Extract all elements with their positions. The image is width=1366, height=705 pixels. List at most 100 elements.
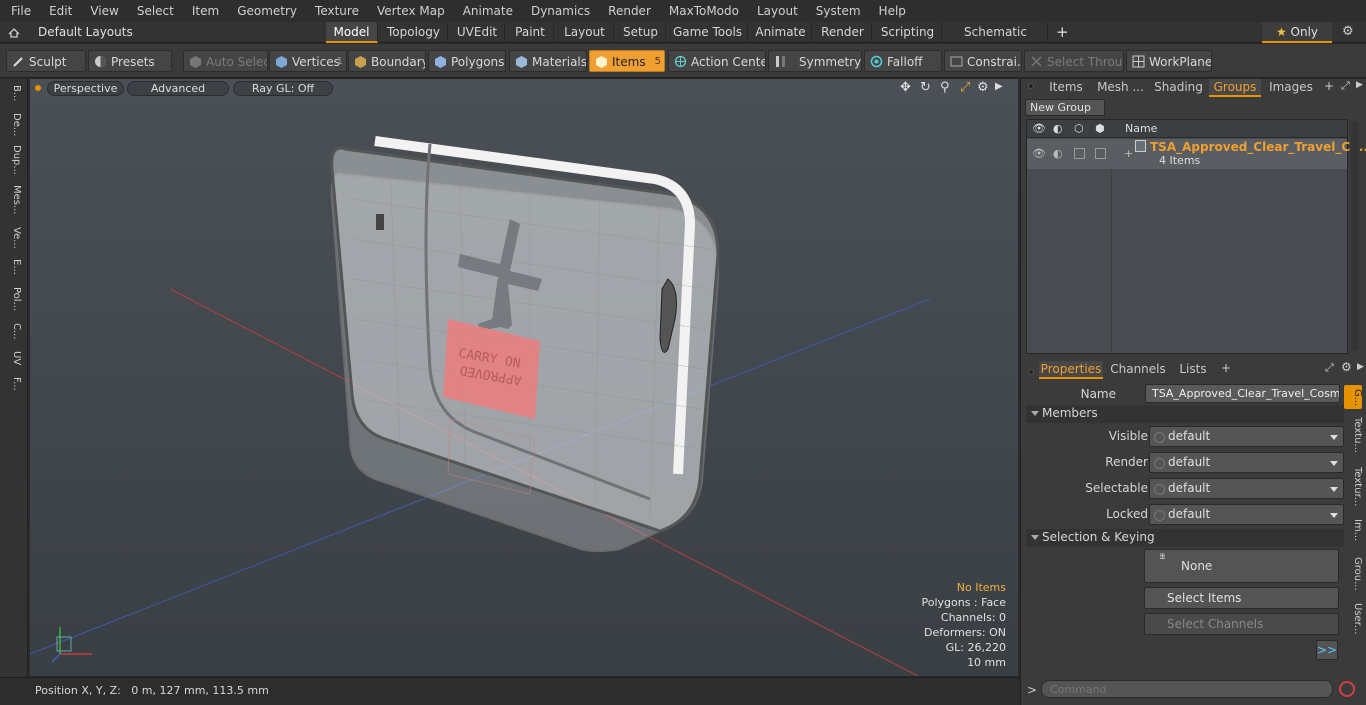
left-tab-duplicate[interactable]: Dup... — [4, 145, 22, 175]
left-tab-uv[interactable]: UV — [4, 351, 22, 365]
props-gear-icon[interactable]: ⚙ — [1341, 360, 1352, 374]
lock-icon[interactable]: ⬢ — [1095, 122, 1105, 135]
select-channels-button[interactable]: Select Channels — [1144, 613, 1339, 635]
right-tab-groups[interactable]: Grou... — [1345, 557, 1363, 591]
only-toggle[interactable]: ★ Only — [1262, 22, 1332, 43]
menu-animate[interactable]: Animate — [452, 4, 520, 18]
locked-dropdown[interactable]: default — [1149, 504, 1344, 525]
auto-select-button[interactable]: Auto Select — [183, 50, 268, 72]
render-icon[interactable]: ◐ — [1053, 122, 1063, 135]
home-icon[interactable] — [8, 27, 20, 38]
props-menu-icon[interactable] — [1028, 369, 1034, 375]
new-group-button[interactable]: New Group — [1025, 99, 1105, 116]
tab-lists[interactable]: Lists — [1173, 361, 1213, 379]
menu-edit[interactable]: Edit — [38, 4, 79, 18]
falloff-button[interactable]: Falloff — [864, 50, 942, 72]
tab-items[interactable]: Items — [1041, 79, 1091, 97]
sculpt-button[interactable]: Sculpt — [6, 50, 86, 72]
keying-none-button[interactable]: ⁞⁞⁞ None — [1144, 549, 1339, 583]
tab-uvedit[interactable]: UVEdit — [450, 22, 505, 43]
items-button[interactable]: Items 5 — [589, 50, 665, 72]
tab-images[interactable]: Images — [1265, 79, 1317, 97]
left-tab-mesh-edit[interactable]: Mes... — [4, 185, 22, 215]
tab-scripting[interactable]: Scripting — [874, 22, 942, 43]
polygons-button[interactable]: Polygons — [428, 50, 506, 72]
right-tab-image[interactable]: Im... — [1345, 519, 1363, 541]
row-eye-icon[interactable]: 👁 — [1032, 147, 1046, 160]
select-lock-icon[interactable]: ⬡ — [1074, 122, 1084, 135]
layout-selector[interactable]: Default Layouts ▼ — [30, 22, 140, 58]
menu-system[interactable]: System — [805, 4, 868, 18]
tab-animate[interactable]: Animate — [750, 22, 812, 43]
menu-view[interactable]: View — [79, 4, 125, 18]
tab-groups[interactable]: Groups — [1209, 79, 1261, 97]
menu-dynamics[interactable]: Dynamics — [520, 4, 597, 18]
group-row[interactable]: 👁 ◐ + TSA_Approved_Clear_Travel_C ... 4 … — [1027, 139, 1366, 169]
menu-geometry[interactable]: Geometry — [226, 4, 304, 18]
menu-texture[interactable]: Texture — [304, 4, 366, 18]
menu-help[interactable]: Help — [868, 4, 913, 18]
add-props-tab-icon[interactable]: + — [1221, 361, 1231, 375]
props-expand-icon[interactable]: ⤢ — [1325, 361, 1334, 375]
tab-shading[interactable]: Shading — [1151, 79, 1206, 97]
materials-button[interactable]: Materials — [509, 50, 587, 72]
select-through-button[interactable]: Select Through — [1024, 50, 1124, 72]
workplane-button[interactable]: WorkPlane — [1126, 50, 1212, 72]
add-tab-icon[interactable]: + — [1056, 23, 1069, 41]
3d-viewport[interactable]: Perspective Advanced Ray GL: Off ✥ ↻ ⚲ ⤢… — [30, 79, 1018, 676]
expand-plus-icon[interactable]: + — [1124, 147, 1133, 160]
presets-button[interactable]: Presets — [88, 50, 172, 72]
members-section-header[interactable]: Members — [1026, 405, 1344, 423]
right-tab-group[interactable]: G... — [1345, 389, 1363, 406]
left-tab-deform[interactable]: De... — [4, 113, 22, 136]
tab-setup[interactable]: Setup — [616, 22, 666, 43]
left-tab-fusion[interactable]: F... — [4, 377, 22, 391]
constraints-button[interactable]: Constrai... — [944, 50, 1022, 72]
record-icon[interactable] — [1339, 681, 1355, 697]
menu-layout[interactable]: Layout — [746, 4, 805, 18]
select-items-button[interactable]: Select Items — [1144, 587, 1339, 609]
right-tab-user[interactable]: User... — [1345, 603, 1363, 634]
name-column-header[interactable]: Name — [1125, 122, 1157, 135]
tab-topology[interactable]: Topology — [380, 22, 448, 43]
render-dropdown[interactable]: default — [1149, 452, 1344, 473]
gear-icon[interactable]: ⚙ — [1342, 24, 1354, 39]
row-select-checkbox[interactable] — [1074, 148, 1085, 159]
menu-render[interactable]: Render — [597, 4, 658, 18]
menu-maxtomodo[interactable]: MaxToModo — [658, 4, 746, 18]
action-center-button[interactable]: Action Center — [668, 50, 766, 72]
boundary-button[interactable]: Boundary — [348, 50, 426, 72]
left-tab-polygon[interactable]: Pol... — [4, 287, 22, 311]
name-field[interactable]: TSA_Approved_Clear_Travel_Cosmeti — [1145, 384, 1340, 403]
menu-vertex-map[interactable]: Vertex Map — [366, 4, 452, 18]
props-more-icon[interactable]: ▶ — [1357, 362, 1364, 372]
right-tab-texture-2[interactable]: Textur... — [1345, 467, 1363, 506]
more-button[interactable]: >> — [1316, 640, 1338, 660]
left-tab-edge[interactable]: E... — [4, 259, 22, 275]
right-tab-texture-1[interactable]: Textu... — [1345, 417, 1363, 453]
panel-expand-icon[interactable]: ⤢ — [1341, 79, 1350, 93]
command-input[interactable] — [1041, 680, 1333, 698]
eye-icon[interactable]: 👁 — [1032, 122, 1046, 135]
left-tab-vertex[interactable]: Ve... — [4, 227, 22, 249]
add-panel-tab-icon[interactable]: + — [1324, 79, 1334, 93]
selectable-dropdown[interactable]: default — [1149, 478, 1344, 499]
tab-game-tools[interactable]: Game Tools — [668, 22, 748, 43]
menu-item[interactable]: Item — [181, 4, 226, 18]
menu-select[interactable]: Select — [126, 4, 181, 18]
row-lock-checkbox[interactable] — [1095, 148, 1106, 159]
tab-model[interactable]: Model — [326, 22, 378, 43]
tab-schematic-fusion[interactable]: Schematic Fusion — [944, 22, 1048, 59]
tab-properties[interactable]: Properties — [1039, 361, 1103, 379]
menu-file[interactable]: File — [0, 4, 38, 18]
row-render-icon[interactable]: ◐ — [1053, 147, 1063, 160]
groups-scrollbar[interactable] — [1351, 121, 1359, 351]
tab-layout[interactable]: Layout — [556, 22, 614, 43]
vertices-button[interactable]: Vertices 1 — [269, 50, 347, 72]
panel-more-icon[interactable]: ▶ — [1356, 80, 1363, 90]
visible-dropdown[interactable]: default — [1149, 426, 1344, 447]
left-tab-basic[interactable]: B... — [4, 85, 22, 101]
selection-keying-section-header[interactable]: Selection & Keying — [1026, 529, 1344, 547]
left-tab-curve[interactable]: C... — [4, 323, 22, 340]
tab-channels[interactable]: Channels — [1107, 361, 1169, 379]
